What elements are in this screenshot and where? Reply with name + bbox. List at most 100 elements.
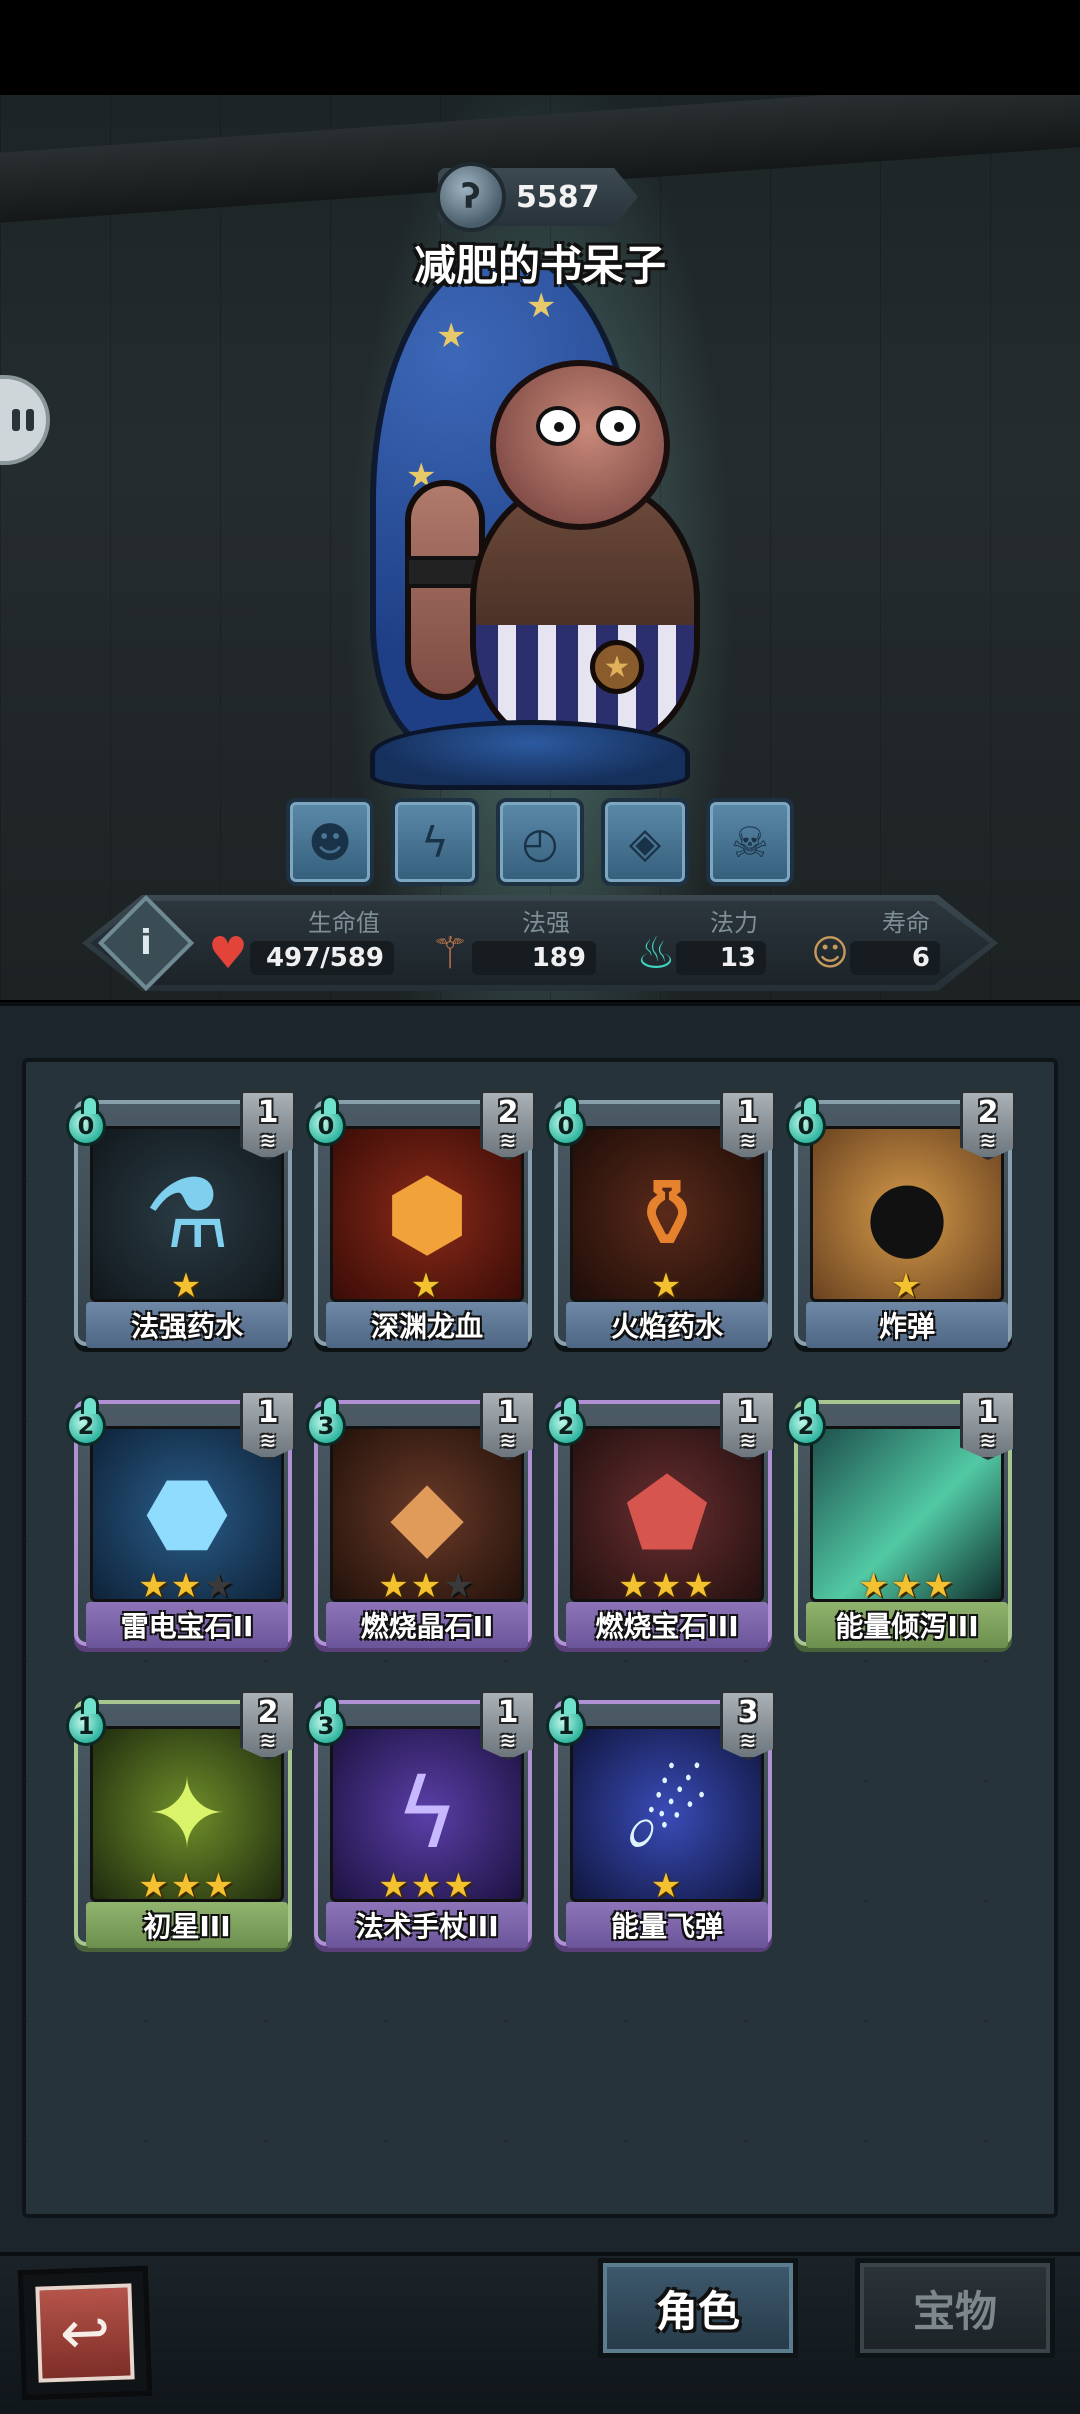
star-icon: ★ <box>443 1566 476 1606</box>
beast-face-icon[interactable]: ☻ <box>286 798 374 886</box>
card-level-badge: 2 ≋ <box>240 1690 296 1760</box>
card-fire-potion[interactable]: ⚱ ★ 火焰药水 0 1 ≋ <box>546 1090 776 1348</box>
card-thunder-gem[interactable]: ⬣ ★★★ 雷电宝石II 2 1 ≋ <box>66 1390 296 1648</box>
card-level: 1 <box>497 1695 519 1730</box>
mana-cost-badge: 2 <box>62 1390 110 1446</box>
mana-drop-icon: 0 <box>66 1095 106 1146</box>
star-icon: ★ <box>378 1866 411 1906</box>
tab-character[interactable]: 角色 <box>598 2258 798 2358</box>
card-level-badge: 1 ≋ <box>720 1090 776 1160</box>
stack-layers-icon: ≋ <box>739 1128 757 1152</box>
star-icon: ★ <box>650 1866 684 1906</box>
star-icon: ★ <box>138 1866 171 1906</box>
card-level-badge: 2 ≋ <box>480 1090 536 1160</box>
mana-cost-badge: 2 <box>542 1390 590 1446</box>
card-level: 1 <box>257 1095 279 1130</box>
skull-icon[interactable]: ☠ <box>706 798 794 886</box>
card-dragon-blood[interactable]: ⬢ ★ 深渊龙血 0 2 ≋ <box>306 1090 536 1348</box>
star-icon: ★ <box>858 1566 891 1606</box>
card-spell-staff[interactable]: ϟ ★★★ 法术手杖III 3 1 ≋ <box>306 1690 536 1948</box>
stat-mana-label: 法力 <box>710 909 758 937</box>
card-name: 雷电宝石II <box>86 1602 288 1648</box>
stack-layers-icon: ≋ <box>739 1428 757 1452</box>
shatter-rune-icon[interactable]: ◈ <box>601 798 689 886</box>
star-icon: ★ <box>138 1566 171 1606</box>
card-stars: ★ <box>78 1266 296 1306</box>
mana-cost-badge: 1 <box>542 1690 590 1746</box>
character-name: 减肥的书呆子 <box>413 241 666 290</box>
card-burning-crystal[interactable]: ◆ ★★★ 燃烧晶石II 3 1 ≋ <box>306 1390 536 1648</box>
card-stars: ★ <box>318 1266 536 1306</box>
mana-drop-icon: 1 <box>66 1695 106 1746</box>
bottom-bar: ↩ 角色 宝物 <box>0 2252 1080 2414</box>
star-icon: ★ <box>683 1566 716 1606</box>
mana-cost-badge: 0 <box>782 1090 830 1146</box>
mana-drop-icon: 2 <box>786 1395 826 1446</box>
card-burning-gem[interactable]: ⬟ ★★★ 燃烧宝石III 2 1 ≋ <box>546 1390 776 1648</box>
card-name: 初星III <box>86 1902 288 1948</box>
tab-treasure[interactable]: 宝物 <box>855 2258 1055 2358</box>
mana-cost-badge: 3 <box>302 1690 350 1746</box>
robe-hem <box>370 720 690 790</box>
card-first-star[interactable]: ✦ ★★★ 初星III 1 2 ≋ <box>66 1690 296 1948</box>
stats-bar: i ♥ 生命值 497/589 ⚚ 法强 189 ♨ 法力 13 ☺ 寿命 6 <box>82 895 998 991</box>
heart-icon: ♥ <box>208 927 248 979</box>
card-stars: ★★★ <box>318 1866 536 1906</box>
mana-drop-icon: 0 <box>546 1095 586 1146</box>
stack-layers-icon: ≋ <box>739 1728 757 1752</box>
card-level: 2 <box>497 1095 519 1130</box>
card-level-badge: 1 ≋ <box>720 1390 776 1460</box>
mana-drop-icon: 2 <box>66 1395 106 1446</box>
mana-cost-badge: 2 <box>782 1390 830 1446</box>
card-stars: ★ <box>558 1266 776 1306</box>
back-button[interactable]: ↩ <box>17 2265 153 2401</box>
stat-hp-label: 生命值 <box>308 909 380 937</box>
star-icon: ★ <box>890 1266 924 1306</box>
mana-drop-icon: 0 <box>786 1095 826 1146</box>
star-icon: ★ <box>170 1266 204 1306</box>
card-level-badge: 1 ≋ <box>240 1390 296 1460</box>
card-potion[interactable]: ⚗ ★ 法强药水 0 1 ≋ <box>66 1090 296 1348</box>
rune-score-icon: ʔ <box>436 162 506 232</box>
star-amulet: ★ <box>590 640 644 694</box>
card-stars: ★★★ <box>78 1566 296 1606</box>
card-level-badge: 2 ≋ <box>960 1090 1016 1160</box>
stack-layers-icon: ≋ <box>979 1428 997 1452</box>
card-energy-pour[interactable]: ★★★ 能量倾泻III 2 1 ≋ <box>786 1390 1016 1648</box>
card-level-badge: 1 ≋ <box>480 1390 536 1460</box>
star-icon: ★ <box>923 1566 956 1606</box>
mana-cost-badge: 1 <box>62 1690 110 1746</box>
clock-rune-icon[interactable]: ◴ <box>496 798 584 886</box>
stat-mana: ♨ 法力 13 <box>628 895 778 991</box>
mana-cost-badge: 3 <box>302 1390 350 1446</box>
star-icon: ★ <box>170 1566 204 1606</box>
stat-spell-power-value: 189 <box>472 941 596 975</box>
card-name: 燃烧宝石III <box>566 1602 768 1648</box>
star-icon: ★ <box>650 1566 684 1606</box>
card-name: 燃烧晶石II <box>326 1602 528 1648</box>
card-stars: ★★★ <box>798 1566 1016 1606</box>
card-grid: ⚗ ★ 法强药水 0 1 ≋ ⬢ ★ 深渊龙血 0 2 ≋ ⚱ ★ 火焰药水 0 1 ≋ ● ★ 炸弹 0 2 ≋ ⬣ ★★★ 雷电… <box>22 1058 1058 2218</box>
card-level: 1 <box>737 1395 759 1430</box>
star-icon: ★ <box>203 1866 236 1906</box>
card-name: 法强药水 <box>86 1302 288 1348</box>
skill-bar: ☻ ϟ ◴ ◈ ☠ <box>286 798 794 886</box>
info-icon: i <box>140 923 152 963</box>
card-level: 1 <box>257 1395 279 1430</box>
crack-rune-icon[interactable]: ϟ <box>391 798 479 886</box>
character-stage: ★ ★ ★ ★ ★ ★ 5587 ʔ 减肥的书呆子 ☻ ϟ ◴ ◈ ☠ i ♥ … <box>0 95 1080 1000</box>
stack-layers-icon: ≋ <box>259 1128 277 1152</box>
star-icon: ★ <box>443 1866 476 1906</box>
card-stars: ★ <box>798 1266 1016 1306</box>
card-energy-missile[interactable]: ☄ ★ 能量飞弹 1 3 ≋ <box>546 1690 776 1948</box>
card-stars: ★ <box>558 1866 776 1906</box>
star-icon: ★ <box>890 1566 924 1606</box>
card-level-badge: 1 ≋ <box>480 1690 536 1760</box>
stack-layers-icon: ≋ <box>979 1128 997 1152</box>
card-name: 法术手杖III <box>326 1902 528 1948</box>
card-bomb[interactable]: ● ★ 炸弹 0 2 ≋ <box>786 1090 1016 1348</box>
stat-lifespan: ☺ 寿命 6 <box>802 895 952 991</box>
stack-layers-icon: ≋ <box>259 1428 277 1452</box>
stat-spell-power-label: 法强 <box>522 909 570 937</box>
character-face <box>490 360 670 530</box>
